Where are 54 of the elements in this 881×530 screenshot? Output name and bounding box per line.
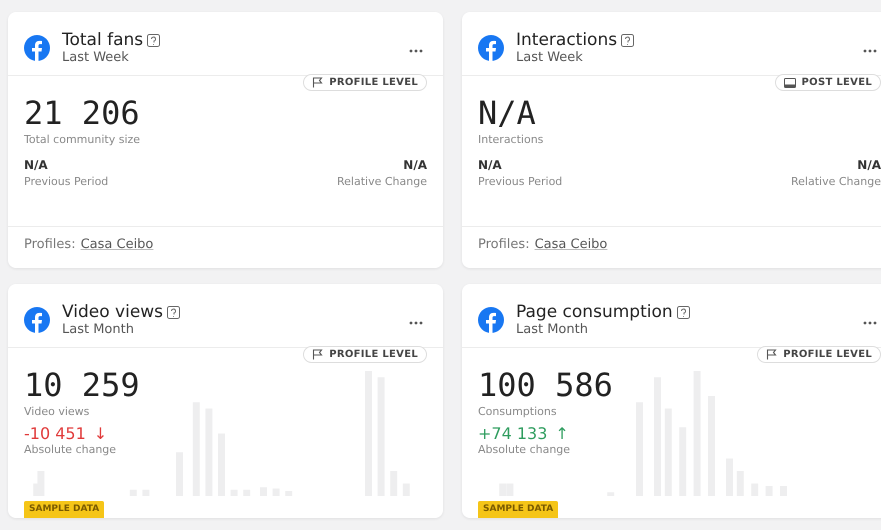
relative-label: Relative Change [337, 175, 427, 188]
sample-data-tag: SAMPLE DATA [24, 501, 104, 518]
help-icon[interactable] [676, 306, 690, 318]
period-label: Last Month [516, 322, 589, 337]
metric-value: N/A [478, 93, 536, 133]
change-label: Absolute change [24, 443, 116, 456]
metric-value: 21 206 [24, 93, 140, 133]
facebook-logo-icon [24, 34, 50, 60]
relative-label: Relative Change [791, 175, 881, 188]
metric-value: 100 586 [478, 365, 613, 405]
flag-icon [312, 77, 324, 88]
facebook-logo-icon [24, 306, 50, 332]
relative-value: N/A [857, 158, 881, 172]
card-title: Total fans [62, 30, 144, 50]
facebook-logo-icon [478, 34, 504, 60]
help-icon[interactable] [147, 34, 160, 46]
previous-value: N/A [478, 158, 502, 172]
profiles-label: Profiles: [24, 237, 76, 252]
more-icon [863, 49, 877, 53]
card-title: Video views [62, 302, 164, 322]
change-value: -10 451 ↓ [24, 424, 108, 443]
more-icon [863, 321, 877, 325]
profile-link[interactable]: Casa Ceibo [80, 237, 154, 252]
card-title: Interactions [516, 30, 618, 50]
period-label: Last Week [62, 50, 130, 65]
help-icon[interactable] [621, 34, 634, 46]
badge-label: POST LEVEL [802, 77, 872, 88]
more-icon [409, 321, 423, 325]
badge-label: PROFILE LEVEL [329, 349, 418, 360]
metric-label: Interactions [478, 133, 544, 146]
flag-icon [766, 349, 778, 360]
badge-label: PROFILE LEVEL [783, 349, 872, 360]
change-label: Absolute change [478, 443, 570, 456]
previous-value: N/A [24, 158, 48, 172]
change-value: +74 133 ↑ [478, 424, 569, 443]
profile-link[interactable]: Casa Ceibo [534, 237, 608, 252]
previous-label: Previous Period [24, 175, 108, 188]
metric-value: 10 259 [24, 365, 140, 405]
more-icon [409, 49, 423, 53]
badge-label: PROFILE LEVEL [329, 77, 418, 88]
metric-label: Consumptions [478, 405, 557, 418]
metric-label: Total community size [24, 133, 140, 146]
period-label: Last Week [516, 50, 584, 65]
help-icon[interactable] [167, 306, 180, 318]
metric-label: Video views [24, 405, 90, 418]
facebook-logo-icon [478, 306, 504, 332]
relative-value: N/A [403, 158, 427, 172]
post-icon [784, 78, 796, 88]
period-label: Last Month [62, 322, 135, 337]
sample-data-tag: SAMPLE DATA [478, 501, 558, 518]
profiles-label: Profiles: [478, 237, 530, 252]
flag-icon [312, 349, 324, 360]
card-title: Page consumption [516, 302, 673, 322]
previous-label: Previous Period [478, 175, 562, 188]
